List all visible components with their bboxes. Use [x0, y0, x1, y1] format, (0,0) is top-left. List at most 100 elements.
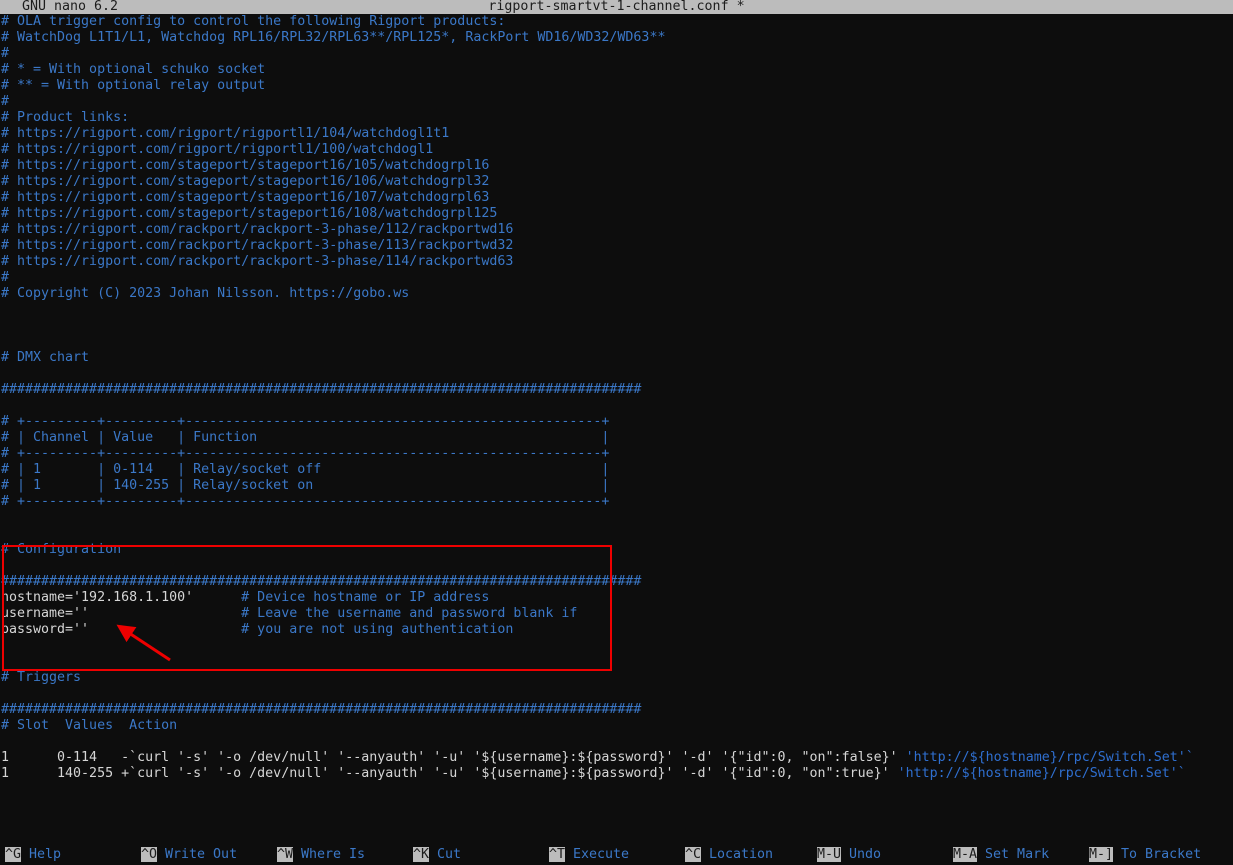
- shortcut-key: ^T: [549, 847, 566, 862]
- comment-text: ########################################…: [1, 382, 642, 397]
- shortcut-key: M-A: [953, 847, 978, 862]
- comment-text: #: [1, 94, 10, 109]
- shortcut-write-out[interactable]: ^O Write Out: [141, 844, 237, 865]
- shortcut-key: ^K: [413, 847, 430, 862]
- shortcut-to-bracket[interactable]: M-] To Bracket: [1089, 844, 1201, 865]
- trigger-command: 1 140-255 +`curl '-s' '-o /dev/null' '--…: [1, 766, 898, 781]
- shortcut-label: Where Is: [293, 847, 366, 862]
- shortcut-location[interactable]: ^C Location: [685, 844, 773, 865]
- editor-line: # Configuration: [0, 542, 1233, 558]
- editor-line: 1 140-255 +`curl '-s' '-o /dev/null' '--…: [0, 766, 1233, 782]
- shortcut-where-is[interactable]: ^W Where Is: [277, 844, 365, 865]
- shortcut-label: Location: [701, 847, 774, 862]
- shortcut-undo[interactable]: M-U Undo: [817, 844, 881, 865]
- comment-text: # https://rigport.com/stageport/stagepor…: [1, 158, 490, 173]
- inline-comment: # Leave the username and password blank …: [241, 606, 578, 621]
- editor-line: #: [0, 270, 1233, 286]
- comment-text: # ** = With optional relay output: [1, 78, 266, 93]
- comment-text: # +---------+---------+-----------------…: [1, 414, 610, 429]
- editor-line: # https://rigport.com/rackport/rackport-…: [0, 254, 1233, 270]
- shortcut-key: ^O: [141, 847, 158, 862]
- comment-text: # Configuration: [1, 542, 122, 557]
- comment-text: #: [1, 270, 10, 285]
- title-bar: GNU nano 6.2 rigport-smartvt-1-channel.c…: [0, 0, 1233, 14]
- editor-line: # * = With optional schuko socket: [0, 62, 1233, 78]
- editor-line: # https://rigport.com/rigport/rigportl1/…: [0, 142, 1233, 158]
- comment-text: # | 1 | 0-114 | Relay/socket off |: [1, 462, 610, 477]
- editor-line: ########################################…: [0, 702, 1233, 718]
- comment-text: # https://rigport.com/stageport/stagepor…: [1, 174, 490, 189]
- config-assignment: username='': [1, 606, 242, 621]
- shortcut-status-bar: ^G Help ^O Write Out ^W Where Is ^K Cut ^T E…: [0, 844, 1233, 865]
- trigger-url: 'http://${hostname}/rpc/Switch.Set'`: [905, 750, 1194, 765]
- shortcut-key: ^G: [5, 847, 22, 862]
- shortcut-key: ^W: [277, 847, 294, 862]
- comment-text: # * = With optional schuko socket: [1, 62, 266, 77]
- editor-line: # +---------+---------+-----------------…: [0, 414, 1233, 430]
- comment-text: # DMX chart: [1, 350, 90, 365]
- shortcut-help[interactable]: ^G Help: [5, 844, 61, 865]
- comment-text: # +---------+---------+-----------------…: [1, 494, 610, 509]
- comment-text: #: [1, 46, 10, 61]
- comment-text: # https://rigport.com/rackport/rackport-…: [1, 238, 514, 253]
- nano-editor-window: GNU nano 6.2 rigport-smartvt-1-channel.c…: [0, 0, 1233, 865]
- shortcut-label: Write Out: [157, 847, 238, 862]
- inline-comment: # you are not using authentication: [241, 622, 514, 637]
- comment-text: # | 1 | 140-255 | Relay/socket on |: [1, 478, 610, 493]
- editor-line: # https://rigport.com/rackport/rackport-…: [0, 238, 1233, 254]
- editor-line: password='' # you are not using authenti…: [0, 622, 1233, 638]
- comment-text: ########################################…: [1, 702, 642, 717]
- editor-line: # ** = With optional relay output: [0, 78, 1233, 94]
- shortcut-set-mark[interactable]: M-A Set Mark: [953, 844, 1049, 865]
- shortcut-key: ^C: [685, 847, 702, 862]
- config-assignment: password='': [1, 622, 242, 637]
- comment-text: # Slot Values Action: [1, 718, 178, 733]
- editor-line: # https://rigport.com/rigport/rigportl1/…: [0, 126, 1233, 142]
- editor-line: # | Channel | Value | Function |: [0, 430, 1233, 446]
- editor-line: username='' # Leave the username and pas…: [0, 606, 1233, 622]
- editor-line: # Copyright (C) 2023 Johan Nilsson. http…: [0, 286, 1233, 302]
- editor-text-area[interactable]: # OLA trigger config to control the foll…: [0, 14, 1233, 844]
- editor-line: #: [0, 46, 1233, 62]
- shortcut-cut[interactable]: ^K Cut: [413, 844, 461, 865]
- editor-line: # OLA trigger config to control the foll…: [0, 14, 1233, 30]
- editor-line: ########################################…: [0, 574, 1233, 590]
- comment-text: # +---------+---------+-----------------…: [1, 446, 610, 461]
- editor-line: # DMX chart: [0, 350, 1233, 366]
- shortcut-key: M-U: [817, 847, 842, 862]
- shortcut-execute[interactable]: ^T Execute: [549, 844, 629, 865]
- editor-line: # +---------+---------+-----------------…: [0, 446, 1233, 462]
- editor-line: # Slot Values Action: [0, 718, 1233, 734]
- shortcut-label: Undo: [841, 847, 882, 862]
- editor-line: #: [0, 94, 1233, 110]
- editor-line: # https://rigport.com/stageport/stagepor…: [0, 190, 1233, 206]
- comment-text: # | Channel | Value | Function |: [1, 430, 610, 445]
- comment-text: # https://rigport.com/rackport/rackport-…: [1, 222, 514, 237]
- editor-line: # Triggers: [0, 670, 1233, 686]
- comment-text: # Triggers: [1, 670, 82, 685]
- shortcut-label: To Bracket: [1113, 847, 1202, 862]
- shortcut-key: M-]: [1089, 847, 1114, 862]
- editor-line: # https://rigport.com/rackport/rackport-…: [0, 222, 1233, 238]
- shortcut-label: Cut: [429, 847, 462, 862]
- editor-line: # https://rigport.com/stageport/stagepor…: [0, 158, 1233, 174]
- inline-comment: # Device hostname or IP address: [241, 590, 490, 605]
- comment-text: # https://rigport.com/rackport/rackport-…: [1, 254, 514, 269]
- editor-line: # | 1 | 0-114 | Relay/socket off |: [0, 462, 1233, 478]
- editor-line: hostname='192.168.1.100' # Device hostna…: [0, 590, 1233, 606]
- trigger-command: 1 0-114 -`curl '-s' '-o /dev/null' '--an…: [1, 750, 906, 765]
- config-assignment: hostname='192.168.1.100': [1, 590, 242, 605]
- editor-line: # https://rigport.com/stageport/stagepor…: [0, 206, 1233, 222]
- editor-line: # https://rigport.com/stageport/stagepor…: [0, 174, 1233, 190]
